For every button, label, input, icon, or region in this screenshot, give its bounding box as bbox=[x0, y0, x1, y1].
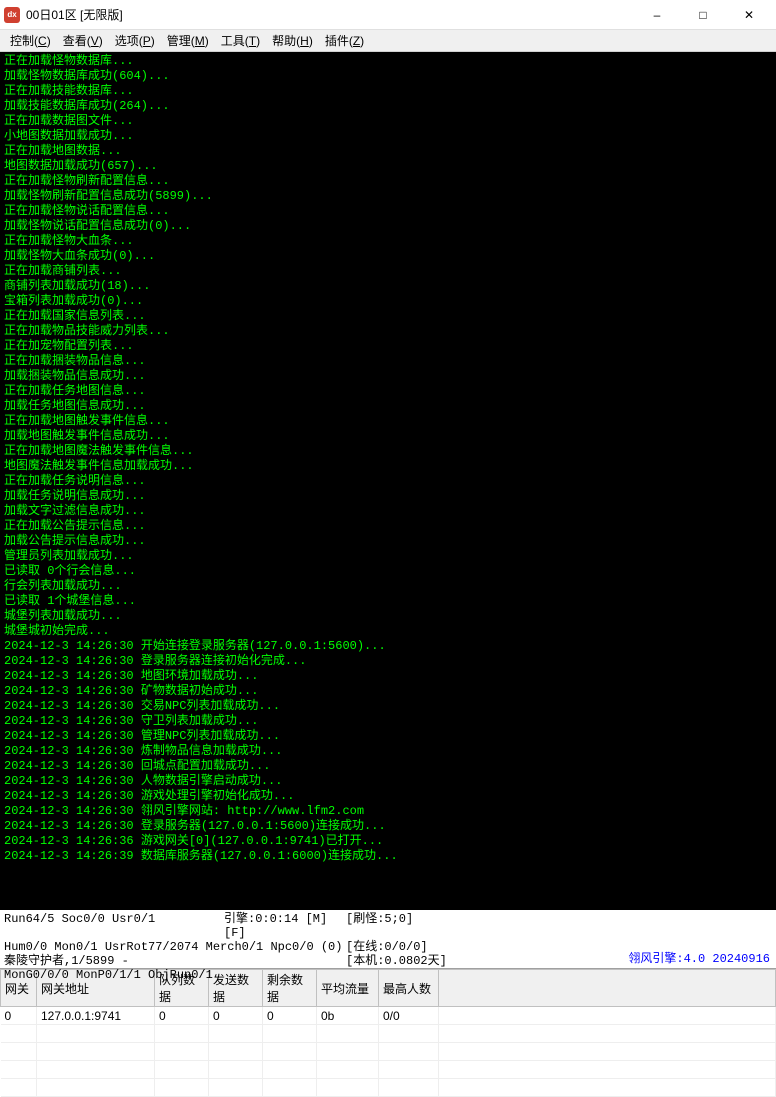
console-line: 已读取 0个行会信息... bbox=[4, 564, 772, 579]
console-line: 2024-12-3 14:26:36 游戏网关[0](127.0.0.1:974… bbox=[4, 834, 772, 849]
console-line: 行会列表加载成功... bbox=[4, 579, 772, 594]
menubar: 控制(C) 查看(V) 选项(P) 管理(M) 工具(T) 帮助(H) 插件(Z… bbox=[0, 30, 776, 52]
table-row[interactable] bbox=[1, 1079, 776, 1097]
cell-send: 0 bbox=[209, 1007, 263, 1025]
engine-version: 翎风引擎:4.0 20240916 bbox=[628, 952, 770, 966]
console-log[interactable]: 正在加载怪物数据库...加载怪物数据库成功(604)...正在加载技能数据库..… bbox=[0, 52, 776, 910]
status-engine-time: 引擎:0:0:14 [M][F] bbox=[224, 912, 346, 940]
status-hum: Hum0/0 Mon0/1 UsrRot77/2074 Merch0/1 Npc… bbox=[4, 940, 346, 954]
menu-help[interactable]: 帮助(H) bbox=[266, 30, 319, 51]
window-titlebar: dx 00日01区 [无限版] – □ ✕ bbox=[0, 0, 776, 30]
cell-max: 0/0 bbox=[379, 1007, 439, 1025]
app-icon: dx bbox=[4, 7, 20, 23]
table-row[interactable] bbox=[1, 1025, 776, 1043]
console-line: 加载怪物说话配置信息成功(0)... bbox=[4, 219, 772, 234]
console-line: 正在加载任务说明信息... bbox=[4, 474, 772, 489]
console-line: 加载怪物大血条成功(0)... bbox=[4, 249, 772, 264]
status-guard: 秦陵守护者,1/5899 - bbox=[4, 954, 346, 968]
window-controls: – □ ✕ bbox=[634, 0, 772, 30]
gateway-table: 网关 网关地址 队列数据 发送数据 剩余数据 平均流量 最高人数 0 127.0… bbox=[0, 968, 776, 1097]
console-line: 2024-12-3 14:26:39 数据库服务器(127.0.0.1:6000… bbox=[4, 849, 772, 864]
console-line: 2024-12-3 14:26:30 管理NPC列表加载成功... bbox=[4, 729, 772, 744]
console-line: 正在加载地图魔法触发事件信息... bbox=[4, 444, 772, 459]
console-line: 2024-12-3 14:26:30 地图环境加载成功... bbox=[4, 669, 772, 684]
console-line: 宝箱列表加载成功(0)... bbox=[4, 294, 772, 309]
console-line: 正在加载数据图文件... bbox=[4, 114, 772, 129]
table-row[interactable] bbox=[1, 1043, 776, 1061]
menu-tools[interactable]: 工具(T) bbox=[215, 30, 266, 51]
table-row[interactable] bbox=[1, 1061, 776, 1079]
console-line: 管理员列表加载成功... bbox=[4, 549, 772, 564]
console-line: 2024-12-3 14:26:30 翎风引擎网站: http://www.lf… bbox=[4, 804, 772, 819]
console-line: 城堡列表加载成功... bbox=[4, 609, 772, 624]
window-title: 00日01区 [无限版] bbox=[26, 6, 123, 23]
cell-gateway: 0 bbox=[1, 1007, 37, 1025]
console-line: 正在加载商铺列表... bbox=[4, 264, 772, 279]
menu-control[interactable]: 控制(C) bbox=[4, 30, 57, 51]
console-line: 正在加载公告提示信息... bbox=[4, 519, 772, 534]
console-line: 正在加载物品技能威力列表... bbox=[4, 324, 772, 339]
status-online: [在线:0/0/0] bbox=[346, 940, 428, 954]
console-line: 正在加载地图数据... bbox=[4, 144, 772, 159]
console-line: 商铺列表加载成功(18)... bbox=[4, 279, 772, 294]
status-run: Run64/5 Soc0/0 Usr0/1 bbox=[4, 912, 224, 940]
status-mong: MonG0/0/0 MonP0/1/1 ObjRun0/1 bbox=[4, 968, 213, 982]
status-local: [本机:0.0802天] bbox=[346, 954, 447, 968]
console-line: 正在加载捆装物品信息... bbox=[4, 354, 772, 369]
console-line: 正在加载国家信息列表... bbox=[4, 309, 772, 324]
console-line: 正在加宠物配置列表... bbox=[4, 339, 772, 354]
console-line: 加载怪物刷新配置信息成功(5899)... bbox=[4, 189, 772, 204]
console-line: 2024-12-3 14:26:30 登录服务器连接初始化完成... bbox=[4, 654, 772, 669]
menu-view[interactable]: 查看(V) bbox=[57, 30, 109, 51]
console-line: 正在加载怪物刷新配置信息... bbox=[4, 174, 772, 189]
console-line: 地图数据加载成功(657)... bbox=[4, 159, 772, 174]
console-line: 加载文字过滤信息成功... bbox=[4, 504, 772, 519]
cell-remain: 0 bbox=[263, 1007, 317, 1025]
console-line: 加载技能数据库成功(264)... bbox=[4, 99, 772, 114]
status-refresh: [刷怪:5;0] bbox=[346, 912, 413, 940]
console-line: 加载地图触发事件信息成功... bbox=[4, 429, 772, 444]
menu-options[interactable]: 选项(P) bbox=[109, 30, 161, 51]
console-line: 正在加载怪物数据库... bbox=[4, 54, 772, 69]
console-line: 已读取 1个城堡信息... bbox=[4, 594, 772, 609]
console-line: 加载公告提示信息成功... bbox=[4, 534, 772, 549]
console-line: 正在加载怪物说话配置信息... bbox=[4, 204, 772, 219]
console-line: 2024-12-3 14:26:30 开始连接登录服务器(127.0.0.1:5… bbox=[4, 639, 772, 654]
menu-manage[interactable]: 管理(M) bbox=[161, 30, 215, 51]
console-line: 正在加载地图触发事件信息... bbox=[4, 414, 772, 429]
console-line: 小地图数据加载成功... bbox=[4, 129, 772, 144]
cell-address: 127.0.0.1:9741 bbox=[37, 1007, 155, 1025]
console-line: 2024-12-3 14:26:30 游戏处理引擎初始化成功... bbox=[4, 789, 772, 804]
console-line: 正在加载技能数据库... bbox=[4, 84, 772, 99]
console-line: 地图魔法触发事件信息加载成功... bbox=[4, 459, 772, 474]
console-line: 加载捆装物品信息成功... bbox=[4, 369, 772, 384]
console-line: 2024-12-3 14:26:30 回城点配置加载成功... bbox=[4, 759, 772, 774]
console-line: 加载怪物数据库成功(604)... bbox=[4, 69, 772, 84]
minimize-button[interactable]: – bbox=[634, 0, 680, 30]
console-line: 加载任务地图信息成功... bbox=[4, 399, 772, 414]
console-line: 正在加载怪物大血条... bbox=[4, 234, 772, 249]
table-row[interactable]: 0 127.0.0.1:9741 0 0 0 0b 0/0 bbox=[1, 1007, 776, 1025]
console-line: 城堡城初始完成... bbox=[4, 624, 772, 639]
console-line: 2024-12-3 14:26:30 矿物数据初始成功... bbox=[4, 684, 772, 699]
console-line: 2024-12-3 14:26:30 守卫列表加载成功... bbox=[4, 714, 772, 729]
console-line: 2024-12-3 14:26:30 登录服务器(127.0.0.1:5600)… bbox=[4, 819, 772, 834]
console-line: 2024-12-3 14:26:30 人物数据引擎启动成功... bbox=[4, 774, 772, 789]
console-line: 加载任务说明信息成功... bbox=[4, 489, 772, 504]
console-line: 2024-12-3 14:26:30 交易NPC列表加载成功... bbox=[4, 699, 772, 714]
close-button[interactable]: ✕ bbox=[726, 0, 772, 30]
cell-queue: 0 bbox=[155, 1007, 209, 1025]
console-line: 2024-12-3 14:26:30 炼制物品信息加载成功... bbox=[4, 744, 772, 759]
console-line: 正在加载任务地图信息... bbox=[4, 384, 772, 399]
menu-plugins[interactable]: 插件(Z) bbox=[319, 30, 370, 51]
maximize-button[interactable]: □ bbox=[680, 0, 726, 30]
status-bar: Run64/5 Soc0/0 Usr0/1 引擎:0:0:14 [M][F] [… bbox=[0, 910, 776, 968]
cell-avg: 0b bbox=[317, 1007, 379, 1025]
